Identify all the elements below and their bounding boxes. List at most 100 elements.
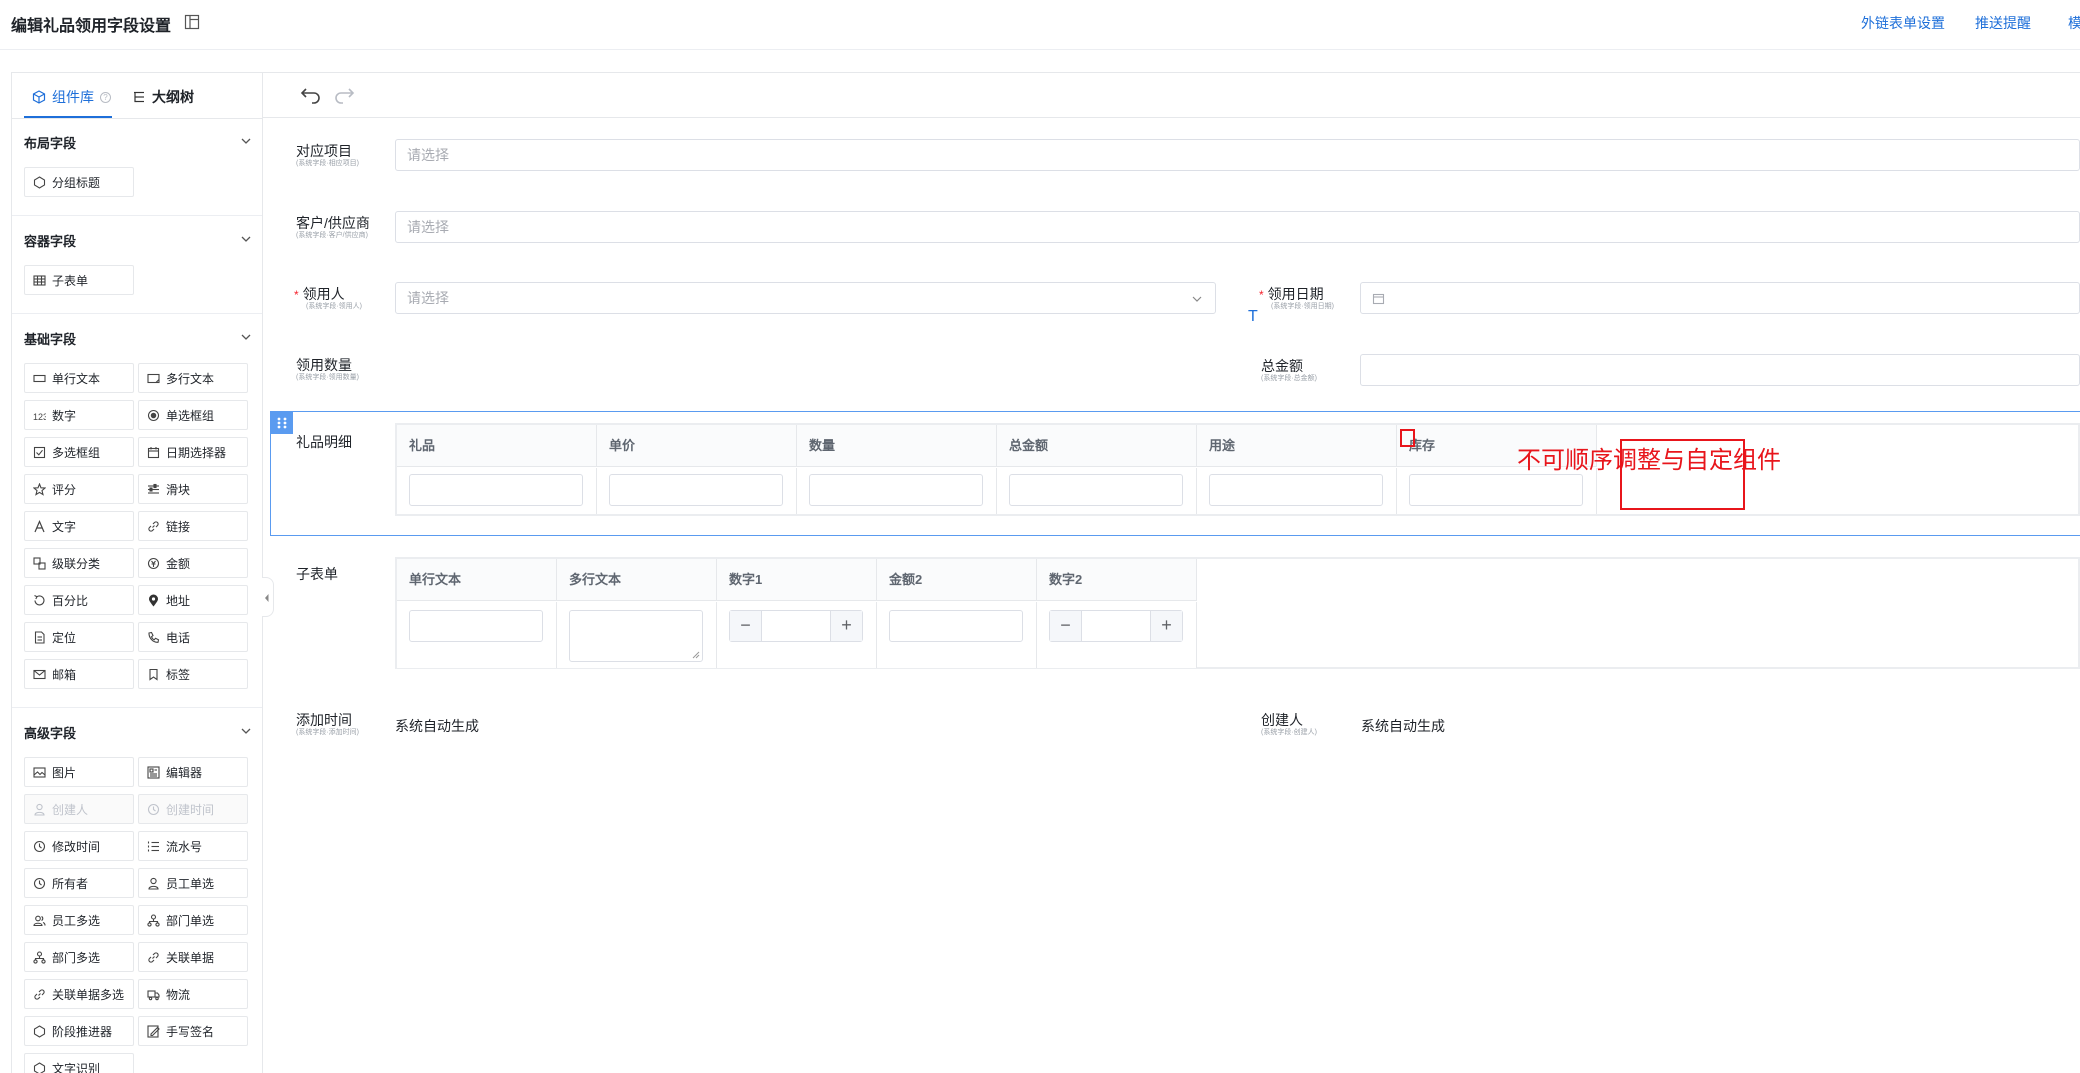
- comp-image[interactable]: 图片: [24, 757, 134, 787]
- receive-date-picker[interactable]: [1360, 282, 2080, 314]
- comp-label: 流水号: [166, 839, 203, 854]
- tab-outline-tree[interactable]: 大纲树: [132, 87, 194, 107]
- field-sub-receive-date: (系统字段·领用日期): [1271, 303, 1334, 310]
- push-reminder-link[interactable]: 推送提醒: [1975, 13, 2031, 33]
- comp-logistics[interactable]: 物流: [138, 979, 248, 1009]
- comp-single-line-text[interactable]: 单行文本: [24, 363, 134, 393]
- section-advanced-fields[interactable]: 高级字段: [24, 723, 252, 742]
- gift-input[interactable]: [409, 474, 583, 506]
- serial-list-icon: [147, 841, 159, 851]
- decrement-button[interactable]: −: [730, 611, 762, 641]
- help-icon[interactable]: ?: [100, 91, 111, 103]
- external-form-settings-link[interactable]: 外链表单设置: [1861, 13, 1945, 33]
- increment-button[interactable]: +: [1150, 611, 1182, 641]
- comp-tag[interactable]: 标签: [138, 659, 248, 689]
- template-link[interactable]: 模: [2068, 13, 2080, 33]
- drag-handle[interactable]: [271, 412, 293, 434]
- comp-position[interactable]: 定位: [24, 622, 134, 652]
- comp-ocr[interactable]: 文字识别: [24, 1053, 134, 1073]
- comp-rating[interactable]: 评分: [24, 474, 134, 504]
- comp-money[interactable]: 金额: [138, 548, 248, 578]
- redo-icon[interactable]: [333, 86, 355, 104]
- comp-related-document-multi[interactable]: 关联单据多选: [24, 979, 134, 1009]
- comp-date-picker[interactable]: 日期选择器: [138, 437, 248, 467]
- clock-icon: [147, 803, 160, 815]
- comp-label: 定位: [52, 630, 77, 645]
- position-icon: [34, 630, 45, 644]
- comp-group-title[interactable]: 分组标题: [24, 167, 134, 197]
- multi-line-textarea[interactable]: [569, 610, 703, 662]
- calendar-icon: [147, 446, 160, 458]
- comp-owner[interactable]: 所有者: [24, 868, 134, 898]
- comp-department-single[interactable]: 部门单选: [138, 905, 248, 935]
- section-layout-fields[interactable]: 布局字段: [24, 133, 252, 152]
- layout-toggle-icon[interactable]: [184, 14, 200, 30]
- comp-creator: 创建人: [24, 794, 134, 824]
- single-line-text-input[interactable]: [409, 610, 543, 642]
- section-container-fields[interactable]: 容器字段: [24, 231, 252, 250]
- stock-input[interactable]: [1409, 474, 1583, 506]
- comp-employee-multi[interactable]: 员工多选: [24, 905, 134, 935]
- unit-price-input[interactable]: [609, 474, 783, 506]
- department-icon: [147, 913, 160, 927]
- section-basic-fields[interactable]: 基础字段: [24, 329, 252, 348]
- link-icon: [148, 520, 159, 532]
- comp-label: 单行文本: [52, 371, 101, 386]
- comp-email[interactable]: 邮箱: [24, 659, 134, 689]
- project-select[interactable]: 请选择: [395, 139, 2080, 171]
- customer-select[interactable]: 请选择: [395, 211, 2080, 243]
- comp-number[interactable]: 123 数字: [24, 400, 134, 430]
- comp-link[interactable]: 链接: [138, 511, 248, 541]
- comp-slider[interactable]: 滑块: [138, 474, 248, 504]
- undo-icon[interactable]: [300, 86, 322, 104]
- column-header: 总金额: [997, 425, 1197, 467]
- comp-label: 员工单选: [166, 876, 215, 891]
- comp-label: 所有者: [52, 876, 89, 891]
- panel-collapse-handle[interactable]: [262, 577, 274, 617]
- recipient-select[interactable]: 请选择: [395, 282, 1216, 314]
- column-header: 礼品: [397, 425, 597, 467]
- tab-component-library[interactable]: 组件库 ?: [32, 87, 111, 107]
- comp-label: 电话: [166, 630, 191, 645]
- number2-stepper[interactable]: − +: [1049, 610, 1183, 642]
- total-amount-input[interactable]: [1360, 354, 2080, 386]
- annotation-marker-small: [1400, 429, 1415, 447]
- comp-checkbox-group[interactable]: 多选框组: [24, 437, 134, 467]
- comp-text[interactable]: 文字: [24, 511, 134, 541]
- required-mark: *: [1259, 288, 1264, 302]
- quantity-input[interactable]: [809, 474, 983, 506]
- resize-grip-icon[interactable]: [692, 651, 700, 659]
- comp-stage-advancer[interactable]: 阶段推进器: [24, 1016, 134, 1046]
- phone-icon: [148, 631, 160, 643]
- tag-icon: [149, 668, 158, 681]
- single-line-text-icon: [33, 374, 46, 382]
- comp-serial-number[interactable]: 流水号: [138, 831, 248, 861]
- comp-related-document[interactable]: 关联单据: [138, 942, 248, 972]
- increment-button[interactable]: +: [830, 611, 862, 641]
- usage-input[interactable]: [1209, 474, 1383, 506]
- comp-editor[interactable]: 编辑器: [138, 757, 248, 787]
- comp-modify-time[interactable]: 修改时间: [24, 831, 134, 861]
- total-input[interactable]: [1009, 474, 1183, 506]
- decrement-button[interactable]: −: [1050, 611, 1082, 641]
- comp-address[interactable]: 地址: [138, 585, 248, 615]
- divider: [12, 313, 262, 314]
- comp-label: 员工多选: [52, 913, 101, 928]
- comp-radio-group[interactable]: 单选框组: [138, 400, 248, 430]
- comp-phone[interactable]: 电话: [138, 622, 248, 652]
- comp-cascade[interactable]: 级联分类: [24, 548, 134, 578]
- number1-stepper[interactable]: − +: [729, 610, 863, 642]
- column-header: 单行文本: [397, 559, 557, 601]
- comp-department-multi[interactable]: 部门多选: [24, 942, 134, 972]
- user-icon: [148, 877, 159, 890]
- amount2-input[interactable]: [889, 610, 1023, 642]
- comp-employee-single[interactable]: 员工单选: [138, 868, 248, 898]
- comp-subform[interactable]: 子表单: [24, 265, 134, 295]
- comp-signature[interactable]: 手写签名: [138, 1016, 248, 1046]
- label-text: 领用人: [302, 286, 345, 302]
- comp-label: 地址: [166, 593, 191, 608]
- comp-multi-line-text[interactable]: 多行文本: [138, 363, 248, 393]
- comp-percent[interactable]: 百分比: [24, 585, 134, 615]
- table-cell: [877, 602, 1037, 668]
- component-library-panel: 组件库 ? 大纲树 布局字段 分组标题 容器字段 子表单 基础字段 单行文本 多…: [11, 72, 263, 1073]
